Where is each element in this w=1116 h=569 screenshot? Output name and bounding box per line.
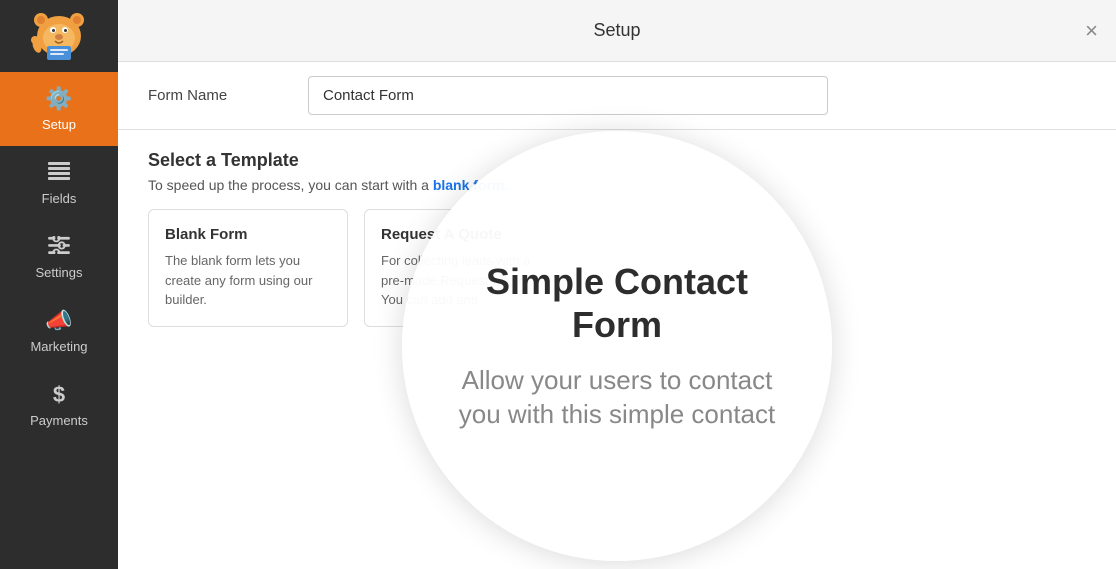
sidebar-item-setup-label: Setup: [42, 117, 76, 132]
blank-card-title: Blank Form: [165, 226, 331, 243]
form-name-row: Form Name: [118, 62, 1116, 130]
settings-icon: [48, 234, 70, 260]
blank-card-desc: The blank form lets you create any form …: [165, 251, 331, 310]
sidebar-item-marketing[interactable]: 📣 Marketing: [0, 294, 118, 368]
template-card-quote[interactable]: Request A Quote For collecting leads wit…: [364, 209, 564, 327]
form-name-input[interactable]: [308, 76, 828, 115]
sidebar-item-payments-label: Payments: [30, 413, 88, 428]
template-card-blank[interactable]: Blank Form The blank form lets you creat…: [148, 209, 348, 327]
sidebar-item-setup[interactable]: ⚙️ Setup: [0, 72, 118, 146]
main-content: Setup × Form Name Select a Template To s…: [118, 0, 1116, 569]
sidebar-item-marketing-label: Marketing: [30, 339, 87, 354]
fields-icon: [48, 160, 70, 186]
form-name-label: Form Name: [148, 87, 308, 104]
setup-icon: ⚙️: [45, 86, 72, 112]
quote-card-title: Request A Quote: [381, 226, 547, 243]
sidebar-item-settings-label: Settings: [36, 265, 83, 280]
blank-form-link[interactable]: blank form.: [433, 177, 508, 193]
template-cards: Blank Form The blank form lets you creat…: [148, 209, 1086, 327]
sidebar-item-payments[interactable]: $ Payments: [0, 368, 118, 442]
payments-icon: $: [53, 382, 65, 408]
sidebar-item-settings[interactable]: Settings: [0, 220, 118, 294]
top-bar: Setup ×: [118, 0, 1116, 62]
app-logo-icon: [29, 8, 89, 64]
page-title: Setup: [593, 20, 640, 41]
sidebar: ⚙️ Setup Fields: [0, 0, 118, 569]
form-area: Form Name Select a Template To speed up …: [118, 62, 1116, 569]
template-section: Select a Template To speed up the proces…: [118, 130, 1116, 337]
close-button[interactable]: ×: [1085, 20, 1098, 42]
sidebar-item-fields-label: Fields: [42, 191, 77, 206]
marketing-icon: 📣: [45, 308, 72, 334]
sidebar-item-fields[interactable]: Fields: [0, 146, 118, 220]
template-section-title: Select a Template: [148, 150, 1086, 171]
quote-card-desc: For collecting leads with a pre-made Req…: [381, 251, 547, 310]
template-desc: To speed up the process, you can start w…: [148, 177, 1086, 193]
